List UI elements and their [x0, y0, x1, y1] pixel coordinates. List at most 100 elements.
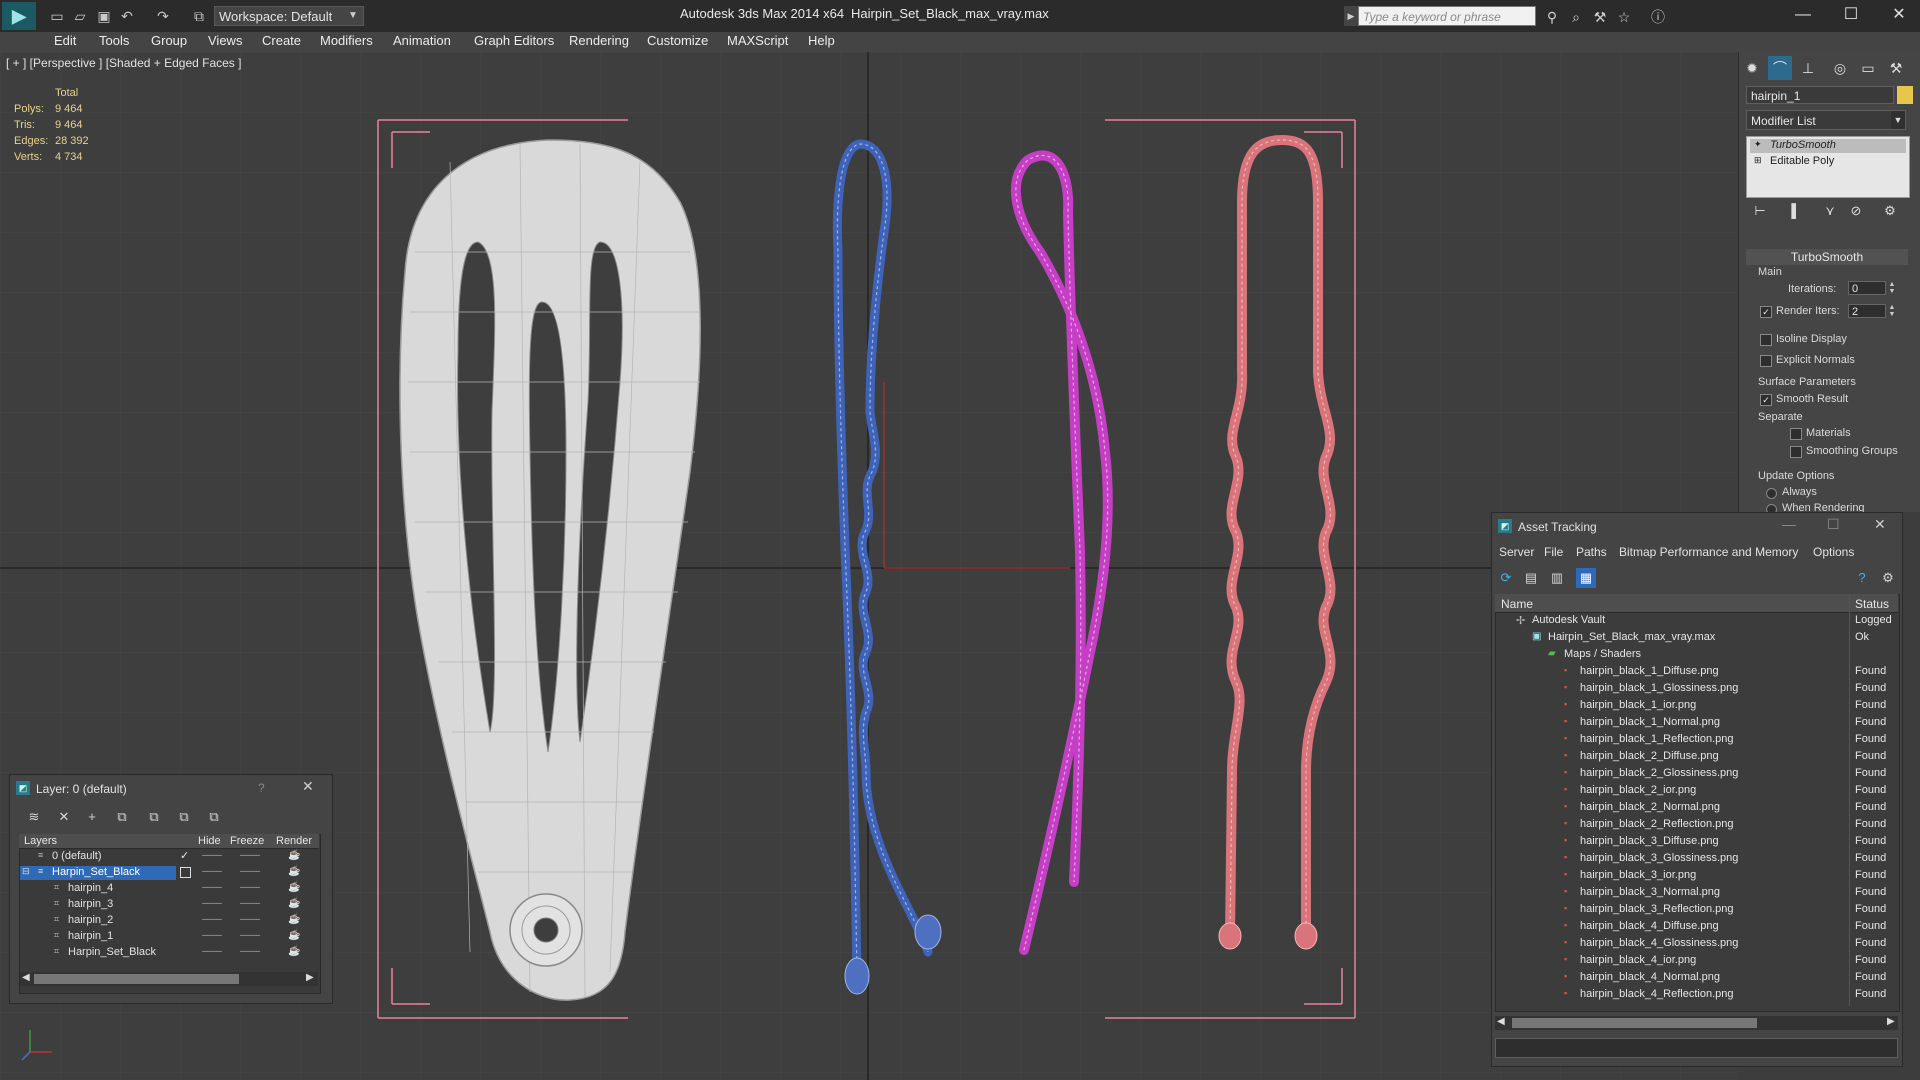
freeze-all-icon[interactable]: ⧉ [204, 808, 224, 826]
hide-toggle[interactable]: —— [202, 946, 222, 957]
collapse-icon[interactable]: ⊟ [22, 866, 30, 877]
scroll-left-icon[interactable]: ◀ [22, 972, 30, 983]
table-view-icon[interactable]: ▥ [1547, 568, 1567, 588]
hide-toggle[interactable]: —— [202, 866, 222, 877]
search-expand-icon[interactable]: ▶ [1344, 6, 1358, 26]
hide-toggle[interactable]: —— [202, 914, 222, 925]
freeze-toggle[interactable]: —— [240, 850, 260, 861]
asset-path-field[interactable] [1495, 1038, 1898, 1058]
favorites-star-icon[interactable]: ☆ [1614, 7, 1634, 27]
layer-object-name[interactable]: hairpin_3 [68, 898, 113, 910]
delete-layer-icon[interactable]: ✕ [54, 808, 74, 826]
add-layer-icon[interactable]: + [82, 808, 102, 826]
freeze-toggle[interactable]: —— [240, 866, 260, 877]
asset-row-name[interactable]: hairpin_black_3_Glossiness.png [1580, 852, 1738, 869]
render-teapot-icon[interactable]: ☕ [288, 930, 300, 941]
asset-row-name[interactable]: hairpin_black_4_Diffuse.png [1580, 920, 1719, 937]
highlight-layer-icon[interactable]: ⧉ [144, 808, 164, 826]
asset-menu-file[interactable]: File [1544, 545, 1563, 559]
asset-row-name[interactable]: hairpin_black_3_Reflection.png [1580, 903, 1734, 920]
freeze-toggle[interactable]: —— [240, 914, 260, 925]
col-hide[interactable]: Hide [198, 835, 221, 847]
create-tab-icon[interactable]: ✹ [1740, 56, 1764, 80]
subscription-icon[interactable]: ⚒ [1590, 7, 1610, 27]
render-teapot-icon[interactable]: ☕ [288, 882, 300, 893]
make-unique-icon[interactable]: ⋎ [1820, 202, 1840, 220]
show-end-result-icon[interactable]: ▌ [1786, 202, 1806, 220]
app-logo-button[interactable]: ▶ [2, 2, 36, 30]
asset-row-name[interactable]: hairpin_black_3_Normal.png [1580, 886, 1720, 903]
menu-modifiers[interactable]: Modifiers [320, 33, 373, 48]
chevron-down-icon[interactable]: ▼ [1891, 111, 1905, 129]
close-icon[interactable]: ✕ [1874, 516, 1886, 533]
asset-row-name[interactable]: hairpin_black_3_Diffuse.png [1580, 835, 1719, 852]
modifier-list-dropdown[interactable]: Modifier List [1746, 110, 1906, 130]
remove-modifier-icon[interactable]: ⊘ [1846, 202, 1866, 220]
turbosmooth-rollout-header[interactable]: TurboSmooth [1746, 249, 1908, 265]
layer-manager-icon[interactable]: ≋ [24, 808, 44, 826]
scroll-right-icon[interactable]: ▶ [306, 972, 314, 983]
asset-row-name[interactable]: hairpin_black_1_Glossiness.png [1580, 682, 1738, 699]
close-icon[interactable]: ✕ [1882, 2, 1916, 28]
col-name[interactable]: Name [1501, 597, 1533, 611]
asset-row-name[interactable]: hairpin_black_2_Diffuse.png [1580, 750, 1719, 767]
asset-row-name[interactable]: hairpin_black_1_ior.png [1580, 699, 1696, 716]
freeze-toggle[interactable]: —— [240, 898, 260, 909]
select-in-layer-icon[interactable]: ⧉ [112, 808, 132, 826]
configure-modifier-sets-icon[interactable]: ⚙ [1880, 202, 1900, 220]
asset-row-name[interactable]: hairpin_black_2_Glossiness.png [1580, 767, 1738, 784]
pin-stack-icon[interactable]: ⊢ [1750, 202, 1770, 220]
render-teapot-icon[interactable]: ☕ [288, 898, 300, 909]
project-folder-icon[interactable]: ⧉ [190, 7, 208, 25]
freeze-toggle[interactable]: —— [240, 930, 260, 941]
menu-edit[interactable]: Edit [54, 33, 76, 48]
iterations-spinner[interactable]: 0 [1848, 281, 1886, 295]
hierarchy-tab-icon[interactable]: ⊥ [1796, 56, 1820, 80]
col-render[interactable]: Render [276, 835, 312, 847]
binoculars-icon[interactable]: ⚲ [1542, 7, 1562, 27]
help-icon[interactable]: ? [258, 781, 265, 795]
scrollbar-thumb[interactable] [1512, 1018, 1757, 1028]
asset-row-name[interactable]: hairpin_black_4_Reflection.png [1580, 988, 1734, 1005]
hide-toggle[interactable]: —— [202, 898, 222, 909]
render-iters-checkbox[interactable]: ✓ [1760, 306, 1772, 318]
render-teapot-icon[interactable]: ☕ [288, 914, 300, 925]
scrollbar-thumb[interactable] [34, 974, 239, 984]
smoothing-groups-checkbox[interactable] [1790, 446, 1802, 458]
asset-row-name[interactable]: hairpin_black_4_Normal.png [1580, 971, 1720, 988]
layer-object-name[interactable]: hairpin_4 [68, 882, 113, 894]
render-teapot-icon[interactable]: ☕ [288, 866, 300, 877]
search-icon[interactable]: ⌕ [1566, 7, 1586, 27]
col-freeze[interactable]: Freeze [230, 835, 264, 847]
lightbulb-icon[interactable]: ✦ [1754, 139, 1762, 150]
freeze-toggle[interactable]: —— [240, 882, 260, 893]
smooth-result-checkbox[interactable]: ✓ [1760, 394, 1772, 406]
isoline-checkbox[interactable] [1760, 334, 1772, 346]
viewport-label-menu[interactable]: [ + ] [Perspective ] [Shaded + Edged Fac… [6, 56, 241, 70]
scroll-right-icon[interactable]: ▶ [1887, 1016, 1895, 1027]
maximize-icon[interactable]: ☐ [1827, 516, 1840, 533]
menu-create[interactable]: Create [262, 33, 301, 48]
open-file-icon[interactable]: ▱ [71, 7, 89, 25]
asset-row-name[interactable]: hairpin_black_3_ior.png [1580, 869, 1696, 886]
search-input[interactable]: Type a keyword or phrase [1358, 6, 1536, 26]
utilities-tab-icon[interactable]: ⚒ [1884, 56, 1908, 80]
hide-toggle[interactable]: —— [202, 930, 222, 941]
asset-row-name[interactable]: hairpin_black_4_ior.png [1580, 954, 1696, 971]
stack-item-turbosmooth[interactable]: TurboSmooth [1770, 139, 1836, 151]
render-teapot-icon[interactable]: ☕ [288, 850, 300, 861]
layer-object-name[interactable]: hairpin_2 [68, 914, 113, 926]
current-layer-check-icon[interactable]: ✓ [180, 849, 189, 862]
asset-row-name[interactable]: hairpin_black_1_Normal.png [1580, 716, 1720, 733]
col-status[interactable]: Status [1855, 597, 1889, 611]
freeze-toggle[interactable]: —— [240, 946, 260, 957]
workspace-dropdown[interactable]: Workspace: Default [214, 6, 364, 26]
minimize-icon[interactable]: — [1782, 516, 1796, 532]
menu-group[interactable]: Group [151, 33, 187, 48]
asset-row-name[interactable]: Autodesk Vault [1532, 614, 1605, 631]
asset-row-name[interactable]: hairpin_black_1_Reflection.png [1580, 733, 1734, 750]
layer-object-name[interactable]: Harpin_Set_Black [68, 946, 156, 958]
undo-icon[interactable]: ↶ [118, 7, 136, 25]
expand-icon[interactable]: ⊞ [1754, 155, 1762, 166]
menu-customize[interactable]: Customize [647, 33, 708, 48]
